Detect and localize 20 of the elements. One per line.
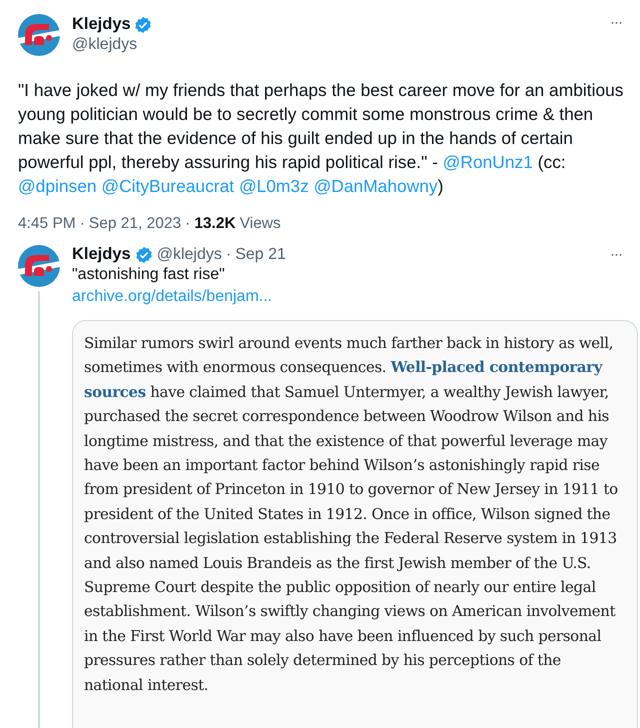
tweet-time[interactable]: 4:45 PM bbox=[18, 215, 76, 233]
tweet-date[interactable]: Sep 21, 2023 bbox=[88, 215, 182, 233]
separator: · bbox=[185, 215, 190, 233]
separator: · bbox=[226, 246, 232, 264]
author-handle[interactable]: @klejdys bbox=[156, 246, 222, 264]
tweet-text: "I have joked w/ my friends that perhaps the best career move for an ambitious young politician would be to secretly commit some monstrous crime & then make sure that the evidence of his guilt ended up in the hands of certain powerful ppl, thereby assuring his rapid political rise." - @RonUnz1 (cc: @dpinsen @CityBureaucrat @L0m3z @DanMahowny) bbox=[18, 79, 624, 198]
excerpt-text: Similar rumors swirl around events much farther back in history as well, sometimes with enormous consequences. Well-placed contemporary sources have claimed that Samuel Untermyer, a wealthy Jewish lawyer, purchased the secret correspondence between Woodrow Wilson and his longtime mistress, and that the existence of that powerful leverage may have been an important factor behind Wilson’s astonishingly rapid rise from president of Princeton in 1910 to governor of New Jersey in 1911 to president of the United States in 1912. Once in office, Wilson signed the controversial legislation establishing the Federal Reserve system in 1913 and also named Louis Brandeis as the first Jewish member of the U.S. Supreme Court despite the public opposition of nearly our entire legal establishment. Wilson’s swiftly changing views on American involvement in the First World War may also have been influenced by such personal pressures rather than solely determined by his perceptions of the national interest. bbox=[84, 333, 619, 696]
reply-date[interactable]: Sep 21 bbox=[235, 246, 286, 264]
reply-text: "astonishing fast rise" bbox=[72, 265, 226, 285]
more-button[interactable]: ··· bbox=[610, 246, 622, 263]
more-button[interactable]: ··· bbox=[610, 14, 622, 31]
author-name[interactable]: Klejdys bbox=[72, 15, 131, 34]
views-label: Views bbox=[240, 215, 281, 233]
avatar[interactable] bbox=[18, 245, 60, 287]
views-count: 13.2K bbox=[194, 215, 236, 233]
excerpt-card[interactable] bbox=[72, 320, 638, 728]
separator: · bbox=[80, 215, 85, 233]
avatar[interactable] bbox=[18, 14, 60, 56]
author-handle[interactable]: @klejdys bbox=[72, 36, 598, 54]
author-name[interactable]: Klejdys bbox=[72, 245, 131, 264]
